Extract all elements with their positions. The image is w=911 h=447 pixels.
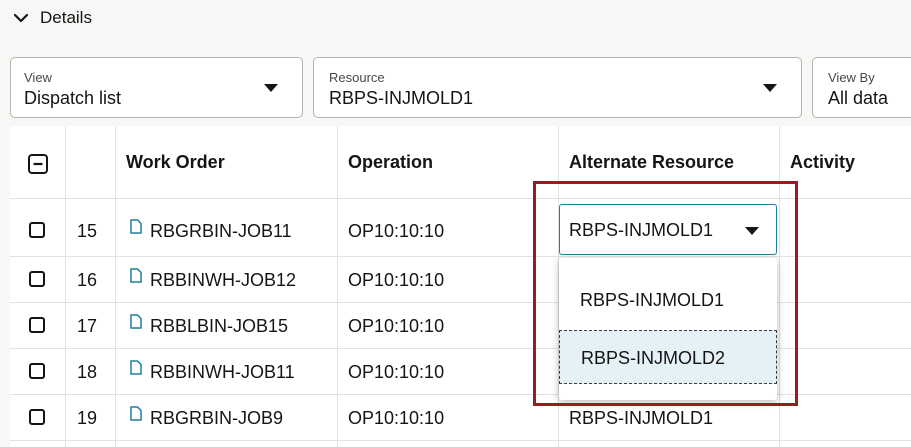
work-order-link[interactable]: RBBINWH-JOB12 xyxy=(150,270,296,291)
select-all-checkbox[interactable] xyxy=(28,154,48,174)
dropdown-option-injmold1[interactable]: RBPS-INJMOLD1 xyxy=(559,273,777,327)
column-header-operation[interactable]: Operation xyxy=(348,152,433,173)
document-icon xyxy=(130,268,142,283)
row-number: 19 xyxy=(77,408,98,428)
details-section-toggle[interactable]: Details xyxy=(12,6,92,30)
operation-cell: OP10:10:10 xyxy=(348,316,445,336)
view-value: Dispatch list xyxy=(24,88,122,108)
dropdown-option-injmold2[interactable]: RBPS-INJMOLD2 xyxy=(559,330,777,384)
row-checkbox[interactable] xyxy=(29,271,45,287)
row-divider xyxy=(10,440,911,441)
column-header-work-order[interactable]: Work Order xyxy=(126,152,225,173)
caret-down-icon xyxy=(264,84,278,92)
column-header-activity[interactable]: Activity xyxy=(790,152,855,173)
work-order-link[interactable]: RBBLBIN-JOB15 xyxy=(150,316,288,337)
alternate-resource-dropdown: RBPS-INJMOLD1 RBPS-INJMOLD2 xyxy=(559,258,777,400)
resource-select[interactable]: Resource RBPS-INJMOLD1 xyxy=(313,57,802,118)
resource-value: RBPS-INJMOLD1 xyxy=(329,88,474,108)
operation-cell: OP10:10:10 xyxy=(348,362,445,382)
column-divider xyxy=(779,126,780,447)
caret-down-icon xyxy=(763,84,777,92)
view-by-label: View By xyxy=(828,70,875,85)
row-checkbox[interactable] xyxy=(29,409,45,425)
document-icon xyxy=(130,360,142,375)
column-divider xyxy=(337,126,338,447)
row-number: 15 xyxy=(77,221,98,241)
row-checkbox[interactable] xyxy=(29,222,45,238)
document-icon xyxy=(130,219,142,234)
work-order-link[interactable]: RBGRBIN-JOB9 xyxy=(150,408,283,429)
operation-cell: OP10:10:10 xyxy=(348,408,445,428)
section-title: Details xyxy=(40,8,92,27)
alternate-resource-cell: RBPS-INJMOLD1 xyxy=(569,408,714,428)
alternate-resource-value: RBPS-INJMOLD1 xyxy=(569,220,714,240)
resource-label: Resource xyxy=(329,70,385,85)
caret-down-icon xyxy=(745,227,759,235)
alternate-resource-select[interactable]: RBPS-INJMOLD1 xyxy=(559,204,777,255)
row-divider xyxy=(10,256,911,257)
row-number: 17 xyxy=(77,316,98,336)
column-divider xyxy=(65,126,66,447)
work-order-link[interactable]: RBGRBIN-JOB11 xyxy=(150,221,292,242)
work-order-link[interactable]: RBBINWH-JOB11 xyxy=(150,362,295,383)
view-label: View xyxy=(24,70,52,85)
dispatch-table: Work Order Operation Alternate Resource … xyxy=(10,126,911,447)
row-number: 16 xyxy=(77,270,98,290)
row-number: 18 xyxy=(77,362,98,382)
row-checkbox[interactable] xyxy=(29,317,45,333)
operation-cell: OP10:10:10 xyxy=(348,270,445,290)
chevron-down-icon xyxy=(13,13,29,23)
view-select[interactable]: View Dispatch list xyxy=(10,57,303,118)
document-icon xyxy=(130,406,142,421)
view-by-select[interactable]: View By All data xyxy=(812,57,911,118)
row-checkbox[interactable] xyxy=(29,363,45,379)
header-divider xyxy=(10,198,911,199)
view-by-value: All data xyxy=(828,88,889,108)
operation-cell: OP10:10:10 xyxy=(348,221,445,241)
column-divider xyxy=(115,126,116,447)
document-icon xyxy=(130,314,142,329)
column-header-alternate-resource[interactable]: Alternate Resource xyxy=(569,152,734,173)
